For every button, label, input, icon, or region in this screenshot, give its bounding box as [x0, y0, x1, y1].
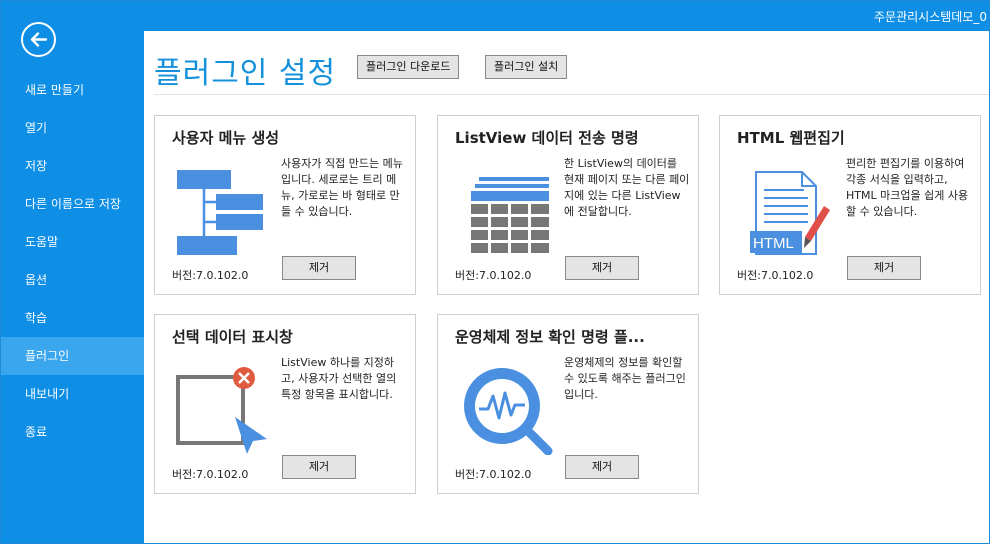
- plugin-title: 운영체제 정보 확인 명령 플...: [455, 328, 645, 346]
- plugin-description: 한 ListView의 데이터를 현재 페이지 또는 다른 페이지에 있는 다른…: [564, 157, 690, 218]
- sidebar-item-save-as[interactable]: 다른 이름으로 저장: [1, 185, 144, 223]
- plugin-version: 버전:7.0.102.0: [172, 269, 249, 282]
- plugin-title: ListView 데이터 전송 명령: [455, 129, 639, 147]
- sidebar-item-exit[interactable]: 종료: [1, 413, 144, 451]
- plugin-version: 버전:7.0.102.0: [455, 269, 532, 282]
- plugin-title: 사용자 메뉴 생성: [172, 129, 280, 147]
- table-grid-icon: [450, 156, 560, 256]
- plugin-card-os-info: 운영체제 정보 확인 명령 플... 운영체제의 정보를 확인할 수 있도록 해…: [437, 314, 699, 494]
- header-divider: [154, 94, 989, 95]
- plugin-version: 버전:7.0.102.0: [172, 468, 249, 481]
- page-title: 플러그인 설정: [154, 56, 337, 91]
- main-content: 플러그인 설정 플러그인 다운로드 플러그인 설치 사용자 메뉴 생성 사용자가…: [144, 31, 989, 543]
- install-plugin-button[interactable]: 플러그인 설치: [485, 55, 568, 79]
- sidebar-item-save[interactable]: 저장: [1, 147, 144, 185]
- plugin-version: 버전:7.0.102.0: [455, 468, 532, 481]
- sidebar-item-open[interactable]: 열기: [1, 109, 144, 147]
- remove-button[interactable]: 제거: [565, 256, 639, 280]
- html-document-icon: HTML: [732, 156, 842, 256]
- tree-menu-icon: [167, 156, 277, 256]
- sidebar-item-export[interactable]: 내보내기: [1, 375, 144, 413]
- app-window: 주문관리시스템데모_0 새로 만들기 열기 저장 다른 이름으로 저장 도움말 …: [0, 0, 990, 544]
- remove-button[interactable]: 제거: [847, 256, 921, 280]
- plugin-card-user-menu: 사용자 메뉴 생성 사용자가 직접 만드는 메뉴입니다. 세로로는 트리 메뉴,…: [154, 115, 416, 295]
- selection-window-icon: [167, 355, 277, 455]
- download-plugin-button[interactable]: 플러그인 다운로드: [357, 55, 460, 79]
- sidebar-menu: 새로 만들기 열기 저장 다른 이름으로 저장 도움말 옵션 학습 플러그인 내…: [1, 71, 144, 451]
- sidebar-item-learn[interactable]: 학습: [1, 299, 144, 337]
- plugin-card-listview-transfer: ListView 데이터 전송 명령 한 ListView의 데이터를 현재 페…: [437, 115, 699, 295]
- sidebar-item-help[interactable]: 도움말: [1, 223, 144, 261]
- plugin-description: 사용자가 직접 만드는 메뉴입니다. 세로로는 트리 메뉴, 가로로는 바 형태…: [281, 157, 403, 218]
- plugin-description: 운영체제의 정보를 확인할 수 있도록 해주는 플러그인입니다.: [564, 356, 686, 401]
- plugin-description: 편리한 편집기를 이용하여 각종 서식을 입력하고, HTML 마크업을 쉽게 …: [846, 157, 969, 218]
- system-monitor-icon: [450, 355, 560, 456]
- sidebar-item-plugins[interactable]: 플러그인: [1, 337, 144, 375]
- sidebar: 새로 만들기 열기 저장 다른 이름으로 저장 도움말 옵션 학습 플러그인 내…: [1, 1, 144, 543]
- remove-button[interactable]: 제거: [282, 455, 356, 479]
- plugin-card-selection-view: 선택 데이터 표시창 ListView 하나를 지정하고, 사용자가 선택한 열…: [154, 314, 416, 494]
- title-bar: 주문관리시스템데모_0: [1, 1, 989, 31]
- plugin-version: 버전:7.0.102.0: [737, 269, 814, 282]
- sidebar-item-new[interactable]: 새로 만들기: [1, 71, 144, 109]
- window-title: 주문관리시스템데모_0: [874, 10, 987, 24]
- plugin-title: HTML 웹편집기: [737, 129, 845, 147]
- sidebar-item-options[interactable]: 옵션: [1, 261, 144, 299]
- remove-button[interactable]: 제거: [282, 256, 356, 280]
- arrow-left-icon: [30, 32, 48, 47]
- plugin-card-html-editor: HTML 웹편집기 HTML 편리한 편집기를 이용하여 각종 서식을 입력하고…: [719, 115, 981, 295]
- html-icon-label: HTML: [753, 235, 794, 252]
- plugin-description: ListView 하나를 지정하고, 사용자가 선택한 열의 특정 항목을 표시…: [281, 356, 397, 401]
- remove-button[interactable]: 제거: [565, 455, 639, 479]
- back-button[interactable]: [21, 22, 56, 57]
- plugin-title: 선택 데이터 표시창: [172, 328, 293, 346]
